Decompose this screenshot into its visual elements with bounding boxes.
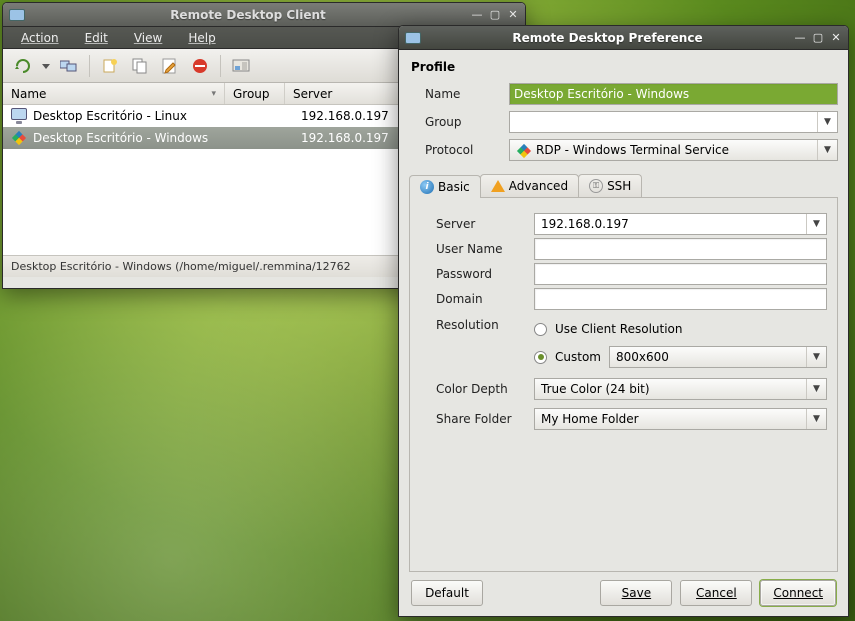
chevron-down-icon: ▼	[806, 347, 826, 367]
col-group[interactable]: Group	[225, 83, 285, 104]
save-button[interactable]: Save	[600, 580, 672, 606]
toolbar-separator	[89, 55, 90, 77]
menu-help[interactable]: Help	[176, 29, 227, 47]
menu-edit[interactable]: Edit	[73, 29, 120, 47]
label-server: Server	[436, 217, 526, 231]
label-custom-resolution: Custom	[555, 350, 601, 364]
menu-action[interactable]: Action	[9, 29, 71, 47]
default-button[interactable]: Default	[411, 580, 483, 606]
protocol-combo[interactable]: RDP - Windows Terminal Service▼	[509, 139, 838, 161]
color-depth-combo[interactable]: True Color (24 bit)▼	[534, 378, 827, 400]
edit-button[interactable]	[156, 53, 184, 79]
minimize-icon[interactable]: —	[471, 9, 483, 21]
group-combo[interactable]: ▼	[509, 111, 838, 133]
connect-button[interactable]	[9, 53, 37, 79]
cancel-button[interactable]: Cancel	[680, 580, 752, 606]
label-name: Name	[425, 87, 501, 101]
label-domain: Domain	[436, 292, 526, 306]
external-tools-button[interactable]	[55, 53, 83, 79]
maximize-icon[interactable]: ▢	[489, 9, 501, 21]
tabs: iBasic Advanced ⚿SSH	[409, 174, 838, 198]
pref-title: Remote Desktop Preference	[427, 31, 788, 45]
radio-client-resolution[interactable]	[534, 323, 547, 336]
toolbar-separator	[220, 55, 221, 77]
label-client-resolution: Use Client Resolution	[555, 322, 683, 336]
tab-ssh[interactable]: ⚿SSH	[578, 174, 642, 197]
maximize-icon[interactable]: ▢	[812, 32, 824, 44]
chevron-down-icon: ▼	[806, 379, 826, 399]
tab-basic[interactable]: iBasic	[409, 175, 481, 198]
label-share: Share Folder	[436, 412, 526, 426]
username-field[interactable]	[534, 238, 827, 260]
rdp-icon	[11, 130, 27, 146]
password-field[interactable]	[534, 263, 827, 285]
chevron-down-icon: ▼	[806, 409, 826, 429]
tab-advanced[interactable]: Advanced	[480, 174, 579, 197]
key-icon: ⚿	[589, 179, 603, 193]
minimize-icon[interactable]: —	[794, 32, 806, 44]
radio-custom-resolution[interactable]	[534, 351, 547, 364]
warning-icon	[491, 180, 505, 192]
connect-menu-button[interactable]	[39, 53, 53, 79]
button-bar: Default Save Cancel Connect	[409, 572, 838, 608]
label-color: Color Depth	[436, 382, 526, 396]
label-user: User Name	[436, 242, 526, 256]
rdp-icon	[516, 143, 530, 157]
delete-button[interactable]	[186, 53, 214, 79]
main-title: Remote Desktop Client	[31, 8, 465, 22]
chevron-down-icon: ▼	[806, 214, 826, 234]
label-protocol: Protocol	[425, 143, 501, 157]
col-name[interactable]: Name▾	[3, 83, 225, 104]
copy-button[interactable]	[126, 53, 154, 79]
app-icon	[405, 31, 421, 45]
close-icon[interactable]: ✕	[507, 9, 519, 21]
section-profile: Profile	[411, 60, 838, 74]
chevron-down-icon: ▼	[817, 140, 837, 160]
chevron-down-icon: ▼	[817, 112, 837, 132]
label-password: Password	[436, 267, 526, 281]
preferences-button[interactable]	[227, 53, 255, 79]
resolution-combo[interactable]: 800x600▼	[609, 346, 827, 368]
preference-window: Remote Desktop Preference — ▢ ✕ Profile …	[398, 25, 849, 617]
monitor-icon	[11, 108, 27, 124]
new-button[interactable]	[96, 53, 124, 79]
label-resolution: Resolution	[436, 318, 526, 332]
domain-field[interactable]	[534, 288, 827, 310]
label-group: Group	[425, 115, 501, 129]
name-field[interactable]	[509, 83, 838, 105]
tab-panel-basic: Server 192.168.0.197▼ User Name Password…	[409, 198, 838, 572]
sort-asc-icon: ▾	[211, 89, 216, 99]
server-combo[interactable]: 192.168.0.197▼	[534, 213, 827, 235]
menu-view[interactable]: View	[122, 29, 174, 47]
app-icon	[9, 8, 25, 22]
info-icon: i	[420, 180, 434, 194]
close-icon[interactable]: ✕	[830, 32, 842, 44]
connect-button[interactable]: Connect	[760, 580, 836, 606]
main-titlebar[interactable]: Remote Desktop Client — ▢ ✕	[3, 3, 525, 27]
pref-titlebar[interactable]: Remote Desktop Preference — ▢ ✕	[399, 26, 848, 50]
share-folder-combo[interactable]: My Home Folder▼	[534, 408, 827, 430]
